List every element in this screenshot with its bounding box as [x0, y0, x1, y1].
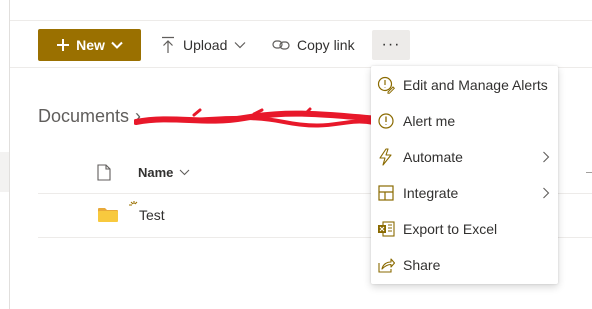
chevron-down-icon: [234, 42, 246, 49]
alert-edit-icon: [377, 76, 395, 94]
file-type-column-header[interactable]: [97, 164, 111, 186]
folder-icon: [98, 208, 118, 222]
breadcrumb-root[interactable]: Documents: [38, 106, 129, 127]
upload-button[interactable]: Upload: [160, 29, 246, 61]
chevron-right-icon: [543, 187, 550, 199]
name-column-header[interactable]: Name: [138, 165, 190, 180]
menu-item-alert-me[interactable]: Alert me: [371, 103, 558, 139]
upload-icon: [162, 36, 174, 53]
menu-item-label: Share: [403, 257, 441, 273]
more-actions-button[interactable]: ···: [372, 30, 410, 60]
plus-icon: [57, 39, 70, 51]
menu-item-integrate[interactable]: Integrate: [371, 175, 558, 211]
redaction-scribble: [134, 107, 380, 128]
left-pane-selected-item[interactable]: [0, 152, 9, 192]
menu-item-export-to-excel[interactable]: Export to Excel: [371, 211, 558, 247]
chevron-down-icon: [180, 169, 190, 176]
copy-link-button[interactable]: Copy link: [272, 29, 355, 61]
menu-item-label: Edit and Manage Alerts: [403, 77, 548, 93]
new-item-sparkle-icon: [129, 201, 138, 206]
breadcrumb: Documents ›: [38, 106, 141, 127]
menu-item-label: Automate: [403, 149, 463, 165]
menu-item-label: Export to Excel: [403, 221, 498, 237]
list-item-name[interactable]: Test: [139, 207, 165, 223]
share-icon: [377, 256, 395, 274]
copy-link-button-label: Copy link: [297, 37, 355, 53]
name-column-label: Name: [138, 165, 174, 180]
menu-item-label: Alert me: [403, 113, 456, 129]
excel-icon: [377, 220, 395, 238]
chevron-down-icon: [111, 41, 123, 49]
file-icon: [97, 164, 111, 181]
more-actions-label: ···: [381, 36, 401, 53]
link-icon: [272, 40, 290, 50]
integrate-icon: [377, 184, 395, 202]
menu-item-share[interactable]: Share: [371, 247, 558, 283]
menu-item-edit-manage-alerts[interactable]: Edit and Manage Alerts: [371, 67, 558, 103]
upload-button-label: Upload: [183, 37, 228, 53]
new-button[interactable]: New: [38, 29, 141, 61]
chevron-right-icon: [543, 151, 550, 163]
column-resize-handle[interactable]: [586, 172, 592, 173]
new-button-label: New: [76, 37, 105, 53]
more-actions-menu: Edit and Manage Alerts Alert me Automate…: [371, 66, 558, 284]
top-divider: [10, 20, 592, 21]
menu-item-label: Integrate: [403, 185, 459, 201]
alert-icon: [377, 112, 395, 130]
flow-icon: [377, 148, 395, 166]
menu-item-automate[interactable]: Automate: [371, 139, 558, 175]
